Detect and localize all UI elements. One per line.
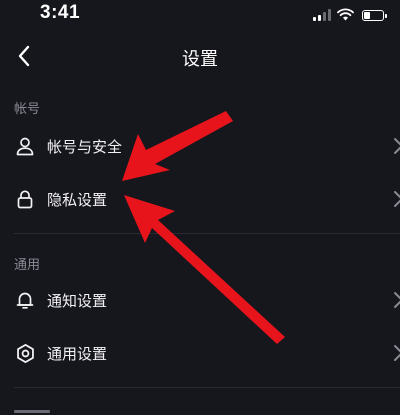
settings-item-label: 通知设置 [47,291,108,310]
gear-icon [14,342,36,364]
section-header-account: 帐号 [14,102,41,117]
settings-item-privacy[interactable]: 隐私设置 [0,175,400,223]
section-header-general: 通用 [14,258,41,273]
chevron-right-icon [394,191,400,207]
chevron-right-icon [394,345,400,361]
status-time: 3:41 [40,2,81,23]
chevron-right-icon [394,292,400,308]
bell-icon [14,289,36,311]
status-icons [313,5,387,21]
battery-icon [362,10,387,21]
settings-item-account-security[interactable]: 帐号与安全 [0,122,400,170]
settings-item-general[interactable]: 通用设置 [0,329,400,377]
wifi-icon [337,8,354,21]
settings-item-label: 通用设置 [47,344,108,363]
nav-bar: 设置 [0,34,400,80]
chevron-right-icon [394,138,400,154]
status-bar: 3:41 [0,0,400,30]
settings-item-label: 帐号与安全 [47,137,123,156]
settings-item-label: 隐私设置 [47,190,108,209]
person-icon [14,135,36,157]
lock-icon [14,188,36,210]
section-divider [14,387,400,388]
settings-item-notifications[interactable]: 通知设置 [0,276,400,324]
cellular-signal-icon [313,9,331,21]
section-divider [14,233,400,234]
page-title: 设置 [182,49,218,70]
next-section-header-cutoff [14,405,50,415]
